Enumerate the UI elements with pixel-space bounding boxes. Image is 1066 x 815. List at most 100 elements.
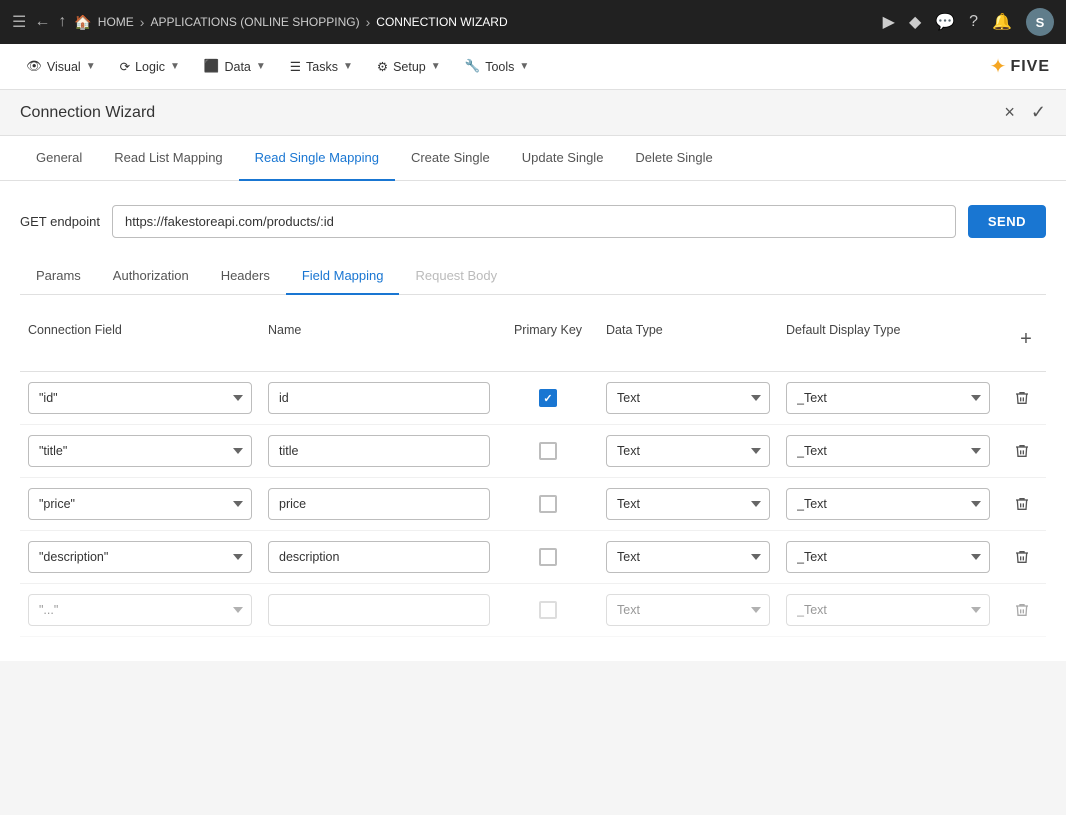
bell-icon[interactable]: 🔔 [992, 12, 1012, 32]
endpoint-input[interactable] [112, 205, 956, 238]
delete-row-button-4[interactable] [1008, 596, 1036, 624]
field-mapping-table: Connection Field Name Primary Key Data T… [20, 315, 1046, 637]
connection-field-select-1[interactable]: "title" [28, 435, 252, 467]
wizard-actions: × ✓ [1004, 102, 1046, 123]
default-display-select-3[interactable]: _Text _Number [786, 541, 990, 573]
delete-row-button-3[interactable] [1008, 543, 1036, 571]
name-input-2[interactable] [268, 488, 490, 520]
nav-logic[interactable]: ⟳ Logic ▼ [110, 53, 190, 80]
data-type-select-3[interactable]: Text Number [606, 541, 770, 573]
cell-default-display-0: _Text _Number _Date [778, 382, 998, 414]
name-input-0[interactable] [268, 382, 490, 414]
delete-row-button-1[interactable] [1008, 437, 1036, 465]
name-input-3[interactable] [268, 541, 490, 573]
data-caret: ▼ [256, 61, 266, 72]
default-display-select-4[interactable]: _Text [786, 594, 990, 626]
data-type-select-0[interactable]: Text Number Boolean Date [606, 382, 770, 414]
tab-update-single[interactable]: Update Single [506, 136, 620, 181]
logic-icon: ⟳ [120, 59, 130, 74]
data-label: Data [224, 60, 250, 74]
cell-name-2 [260, 488, 498, 520]
connection-field-select-2[interactable]: "price" [28, 488, 252, 520]
cell-data-type-1: Text Number [598, 435, 778, 467]
chat-icon[interactable]: 💬 [935, 12, 955, 32]
tools-label: Tools [485, 60, 514, 74]
nav-tasks[interactable]: ☰ Tasks ▼ [280, 53, 363, 80]
default-display-select-2[interactable]: _Text _Number [786, 488, 990, 520]
data-type-select-1[interactable]: Text Number [606, 435, 770, 467]
connection-field-select-3[interactable]: "description" [28, 541, 252, 573]
send-button[interactable]: SEND [968, 205, 1046, 238]
tab-general[interactable]: General [20, 136, 98, 181]
cell-primary-key-4 [498, 601, 598, 619]
tab-delete-single[interactable]: Delete Single [619, 136, 728, 181]
cell-default-display-1: _Text _Number [778, 435, 998, 467]
nav-visual[interactable]: 👁 Visual ▼ [16, 53, 106, 80]
hamburger-icon[interactable]: ☰ [12, 12, 26, 32]
sub-tabs: Params Authorization Headers Field Mappi… [20, 258, 1046, 295]
sub-tab-params[interactable]: Params [20, 258, 97, 295]
cell-delete-4 [998, 596, 1046, 624]
tab-read-single[interactable]: Read Single Mapping [239, 136, 395, 181]
nav-setup[interactable]: ⚙ Setup ▼ [367, 53, 451, 80]
name-input-1[interactable] [268, 435, 490, 467]
visual-icon: 👁 [26, 59, 42, 74]
up-icon[interactable]: ↑ [58, 13, 66, 31]
sub-tab-authorization[interactable]: Authorization [97, 258, 205, 295]
primary-key-checkbox-4[interactable] [539, 601, 557, 619]
primary-key-checkbox-1[interactable] [539, 442, 557, 460]
breadcrumb-sep-1: › [140, 14, 145, 30]
connection-field-select-0[interactable]: "id" [28, 382, 252, 414]
tasks-label: Tasks [306, 60, 338, 74]
add-row-button[interactable]: + [1010, 323, 1042, 355]
name-input-4[interactable] [268, 594, 490, 626]
cell-primary-key-2 [498, 495, 598, 513]
primary-key-checkbox-2[interactable] [539, 495, 557, 513]
th-name: Name [260, 323, 498, 355]
visual-label: Visual [47, 60, 81, 74]
cell-name-3 [260, 541, 498, 573]
breadcrumb-current: CONNECTION WIZARD [376, 15, 507, 29]
cell-default-display-3: _Text _Number [778, 541, 998, 573]
play-icon[interactable]: ▶ [883, 12, 895, 32]
nav-data[interactable]: ⬛ Data ▼ [194, 53, 276, 80]
cell-data-type-0: Text Number Boolean Date [598, 382, 778, 414]
cell-primary-key-0 [498, 389, 598, 407]
breadcrumb-app[interactable]: APPLICATIONS (ONLINE SHOPPING) [150, 15, 359, 29]
data-type-select-4[interactable]: Text [606, 594, 770, 626]
back-icon[interactable]: ← [34, 13, 50, 31]
tab-read-list[interactable]: Read List Mapping [98, 136, 238, 181]
avatar[interactable]: S [1026, 8, 1054, 36]
wizard-close-button[interactable]: × [1004, 102, 1015, 123]
default-display-select-1[interactable]: _Text _Number [786, 435, 990, 467]
cell-primary-key-1 [498, 442, 598, 460]
table-row: "id" Text Number Boolean D [20, 372, 1046, 425]
table-rows-container: "id" Text Number Boolean D [20, 372, 1046, 637]
setup-label: Setup [393, 60, 426, 74]
sub-tab-field-mapping[interactable]: Field Mapping [286, 258, 400, 295]
breadcrumb-home[interactable]: HOME [98, 15, 134, 29]
help-icon[interactable]: ? [969, 13, 978, 31]
nav-tools[interactable]: 🔧 Tools ▼ [455, 53, 540, 80]
diamond-icon[interactable]: ◆ [909, 12, 921, 32]
logic-label: Logic [135, 60, 165, 74]
primary-key-checkbox-3[interactable] [539, 548, 557, 566]
cell-delete-2 [998, 490, 1046, 518]
delete-row-button-2[interactable] [1008, 490, 1036, 518]
connection-field-select-4[interactable]: "..." [28, 594, 252, 626]
tab-create-single[interactable]: Create Single [395, 136, 506, 181]
table-row: "description" Text Number [20, 531, 1046, 584]
endpoint-row: GET endpoint SEND [20, 205, 1046, 238]
endpoint-label: GET endpoint [20, 214, 100, 229]
sub-tab-headers[interactable]: Headers [205, 258, 286, 295]
table-row: "price" Text Number [20, 478, 1046, 531]
delete-row-button-0[interactable] [1008, 384, 1036, 412]
primary-key-checkbox-0[interactable] [539, 389, 557, 407]
default-display-select-0[interactable]: _Text _Number _Date [786, 382, 990, 414]
setup-icon: ⚙ [377, 59, 388, 74]
cell-connection-field-0: "id" [20, 382, 260, 414]
data-type-select-2[interactable]: Text Number [606, 488, 770, 520]
wizard-confirm-button[interactable]: ✓ [1031, 102, 1046, 123]
five-logo-text: FIVE [1010, 58, 1050, 76]
top-nav: ☰ ← ↑ 🏠 HOME › APPLICATIONS (ONLINE SHOP… [0, 0, 1066, 44]
